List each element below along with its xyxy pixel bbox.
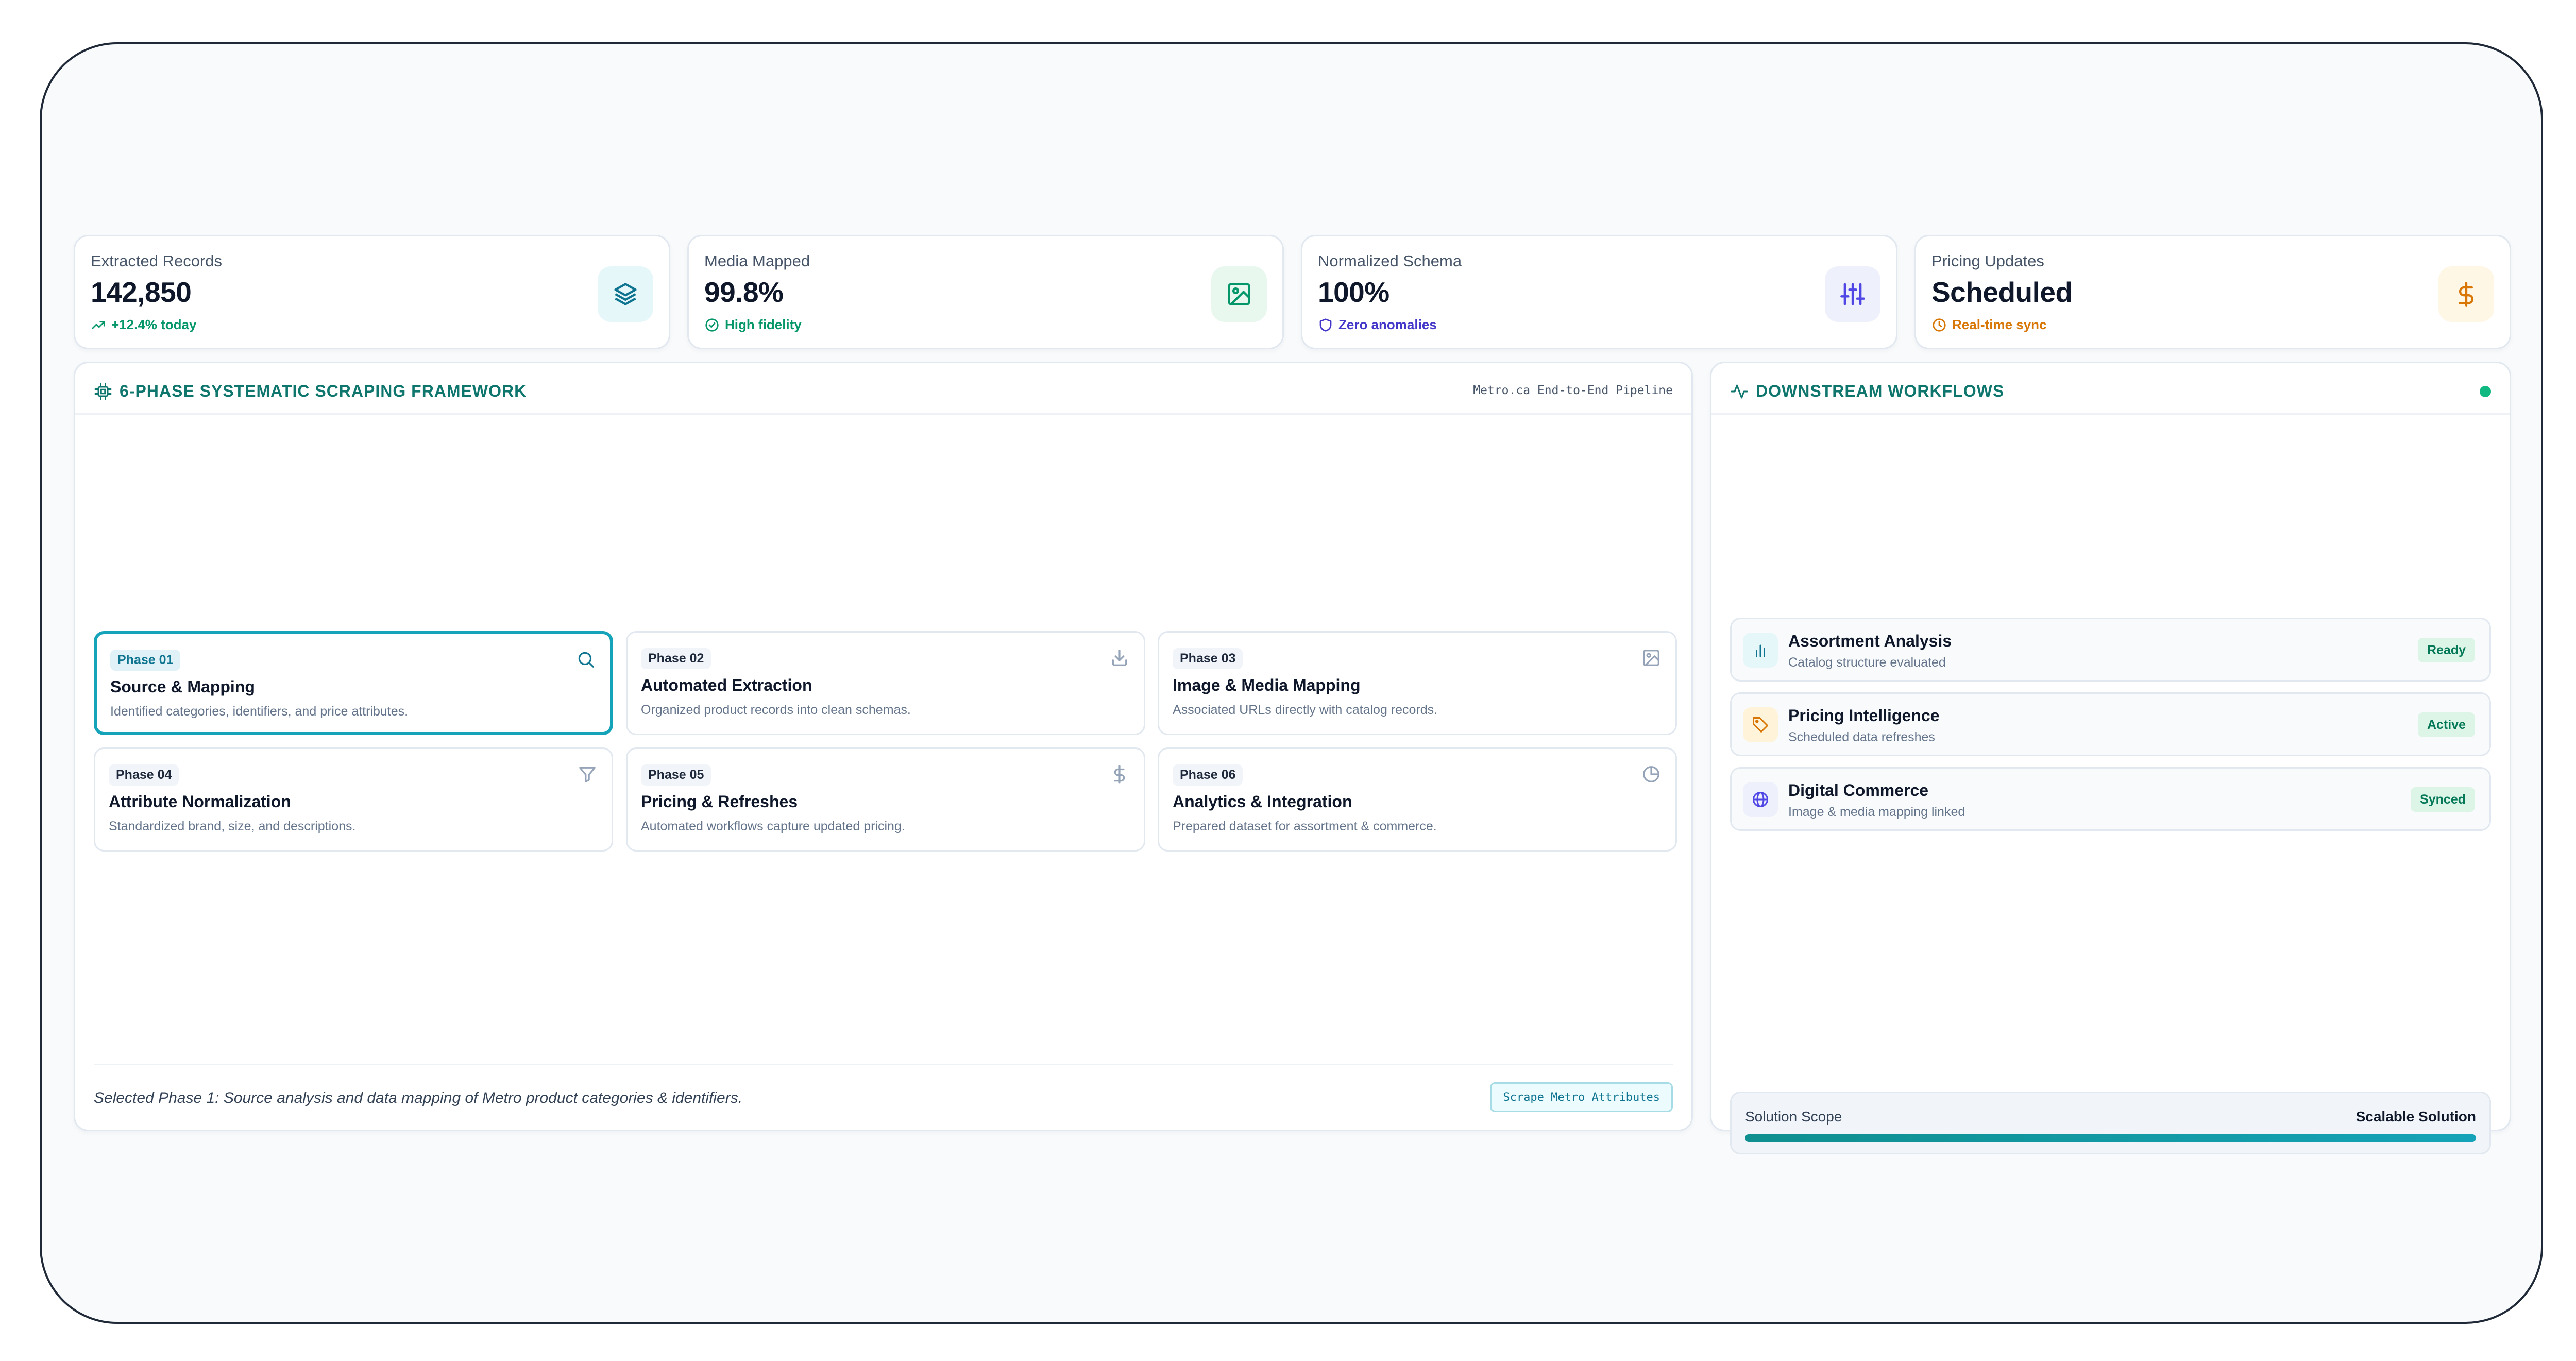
selected-phase-description: Selected Phase 1: Source analysis and da… xyxy=(94,1090,743,1107)
trending-up-icon xyxy=(92,320,105,329)
scope-label: Solution Scope xyxy=(1745,1109,1842,1125)
workflow-title: Digital Commerce xyxy=(1788,781,1929,799)
phase-badge: Phase 02 xyxy=(641,648,711,669)
status-badge: Active xyxy=(2417,712,2475,737)
phase-title: Image & Media Mapping xyxy=(1173,676,1361,694)
phase-description: Organized product records into clean sch… xyxy=(641,703,911,717)
workflows-title: DOWNSTREAM WORKFLOWS xyxy=(1730,382,2004,401)
pipeline-tag: Metro.ca End-to-End Pipeline xyxy=(1473,384,1673,397)
filter-icon xyxy=(578,764,597,784)
phase-card-02[interactable]: Phase 02 Automated Extraction Organized … xyxy=(626,631,1145,735)
scope-progress-track xyxy=(1745,1134,2476,1142)
workflow-title: Assortment Analysis xyxy=(1788,632,1952,650)
globe-icon xyxy=(1743,782,1778,817)
phase-title: Pricing & Refreshes xyxy=(641,792,798,811)
stat-trend: Zero anomalies xyxy=(1318,317,1437,333)
stat-value: 100% xyxy=(1318,276,1389,308)
phase-title: Attribute Normalization xyxy=(109,792,291,811)
framework-panel: 6-PHASE SYSTEMATIC SCRAPING FRAMEWORK Me… xyxy=(74,362,1693,1131)
phase-title: Source & Mapping xyxy=(110,677,255,696)
stat-card-normalized-schema: Normalized Schema 100% Zero anomalies xyxy=(1301,235,1897,349)
phase-badge: Phase 01 xyxy=(110,650,181,671)
phase-description: Identified categories, identifiers, and … xyxy=(110,704,409,719)
tag-icon xyxy=(1743,707,1778,742)
stat-card-media-mapped: Media Mapped 99.8% High fidelity xyxy=(687,235,1284,349)
scope-progress-fill xyxy=(1745,1134,2476,1142)
stat-sub-text: Real-time sync xyxy=(1952,317,2047,332)
framework-panel-header: 6-PHASE SYSTEMATIC SCRAPING FRAMEWORK Me… xyxy=(75,363,1691,415)
workflow-item-pricing-intelligence[interactable]: Pricing Intelligence Scheduled data refr… xyxy=(1730,692,2491,756)
stat-sub-text: High fidelity xyxy=(725,317,802,332)
workflows-title-text: DOWNSTREAM WORKFLOWS xyxy=(1756,382,2005,400)
stat-label: Extracted Records xyxy=(91,252,222,270)
clock-icon xyxy=(1933,318,1946,332)
stat-card-pricing-updates: Pricing Updates Scheduled Real-time sync xyxy=(1914,235,2511,349)
phase-description: Standardized brand, size, and descriptio… xyxy=(109,819,356,833)
stat-card-extracted-records: Extracted Records 142,850 +12.4% today xyxy=(74,235,670,349)
workflow-subtitle: Catalog structure evaluated xyxy=(1788,655,1946,670)
workflow-item-digital-commerce[interactable]: Digital Commerce Image & media mapping l… xyxy=(1730,767,2491,831)
stat-value: Scheduled xyxy=(1931,276,2073,308)
dollar-icon xyxy=(1110,764,1129,784)
cpu-icon xyxy=(94,383,112,400)
live-status-dot xyxy=(2480,386,2491,397)
solution-scope: Solution Scope Scalable Solution xyxy=(1730,1092,2491,1154)
app-frame: Extracted Records 142,850 +12.4% today M… xyxy=(40,42,2543,1324)
download-icon xyxy=(1110,648,1129,668)
stat-trend: High fidelity xyxy=(704,317,802,333)
phase-badge: Phase 05 xyxy=(641,764,711,786)
stat-value: 99.8% xyxy=(704,276,784,308)
scope-value: Scalable Solution xyxy=(2355,1109,2476,1125)
phase-card-01[interactable]: Phase 01 Source & Mapping Identified cat… xyxy=(94,631,613,735)
phase-badge: Phase 03 xyxy=(1173,648,1243,669)
workflow-item-assortment-analysis[interactable]: Assortment Analysis Catalog structure ev… xyxy=(1730,618,2491,682)
stat-label: Media Mapped xyxy=(704,252,810,270)
phase-card-04[interactable]: Phase 04 Attribute Normalization Standar… xyxy=(94,747,613,852)
workflows-panel-header: DOWNSTREAM WORKFLOWS xyxy=(1711,363,2510,415)
stat-trend: +12.4% today xyxy=(91,317,196,333)
phase-card-05[interactable]: Phase 05 Pricing & Refreshes Automated w… xyxy=(626,747,1145,852)
bar-chart-icon xyxy=(1743,633,1778,668)
framework-title-text: 6-PHASE SYSTEMATIC SCRAPING FRAMEWORK xyxy=(120,382,527,400)
image-icon xyxy=(1211,266,1267,322)
phase-title: Analytics & Integration xyxy=(1173,792,1352,811)
phase-description: Automated workflows capture updated pric… xyxy=(641,819,905,833)
phase-badge: Phase 04 xyxy=(109,764,179,786)
dollar-icon xyxy=(2438,266,2494,322)
stat-sub-text: Zero anomalies xyxy=(1338,317,1437,332)
stat-trend: Real-time sync xyxy=(1931,317,2047,333)
phase-card-03[interactable]: Phase 03 Image & Media Mapping Associate… xyxy=(1158,631,1677,735)
phase-badge: Phase 06 xyxy=(1173,764,1243,786)
workflow-title: Pricing Intelligence xyxy=(1788,706,1940,725)
sliders-icon xyxy=(1825,266,1880,322)
pie-chart-icon xyxy=(1641,764,1661,784)
framework-title: 6-PHASE SYSTEMATIC SCRAPING FRAMEWORK xyxy=(94,382,527,401)
workflow-subtitle: Scheduled data refreshes xyxy=(1788,730,1935,744)
status-badge: Synced xyxy=(2411,787,2475,812)
layers-icon xyxy=(598,266,653,322)
phase-card-06[interactable]: Phase 06 Analytics & Integration Prepare… xyxy=(1158,747,1677,852)
shield-icon xyxy=(1319,318,1332,332)
search-icon xyxy=(576,650,596,669)
scrape-metro-attributes-button[interactable]: Scrape Metro Attributes xyxy=(1490,1082,1673,1112)
image-icon xyxy=(1641,648,1661,668)
status-badge: Ready xyxy=(2417,638,2475,662)
stat-label: Normalized Schema xyxy=(1318,252,1462,270)
check-circle-icon xyxy=(705,318,719,332)
stat-value: 142,850 xyxy=(91,276,192,308)
phase-description: Associated URLs directly with catalog re… xyxy=(1173,703,1438,717)
workflow-subtitle: Image & media mapping linked xyxy=(1788,805,1965,819)
stat-label: Pricing Updates xyxy=(1931,252,2044,270)
framework-footer-divider xyxy=(94,1064,1673,1065)
phase-title: Automated Extraction xyxy=(641,676,812,694)
stat-sub-text: +12.4% today xyxy=(111,317,197,332)
activity-icon xyxy=(1731,384,1748,398)
phase-description: Prepared dataset for assortment & commer… xyxy=(1173,819,1437,833)
workflows-panel: DOWNSTREAM WORKFLOWS Assortment Analysis… xyxy=(1710,362,2511,1154)
